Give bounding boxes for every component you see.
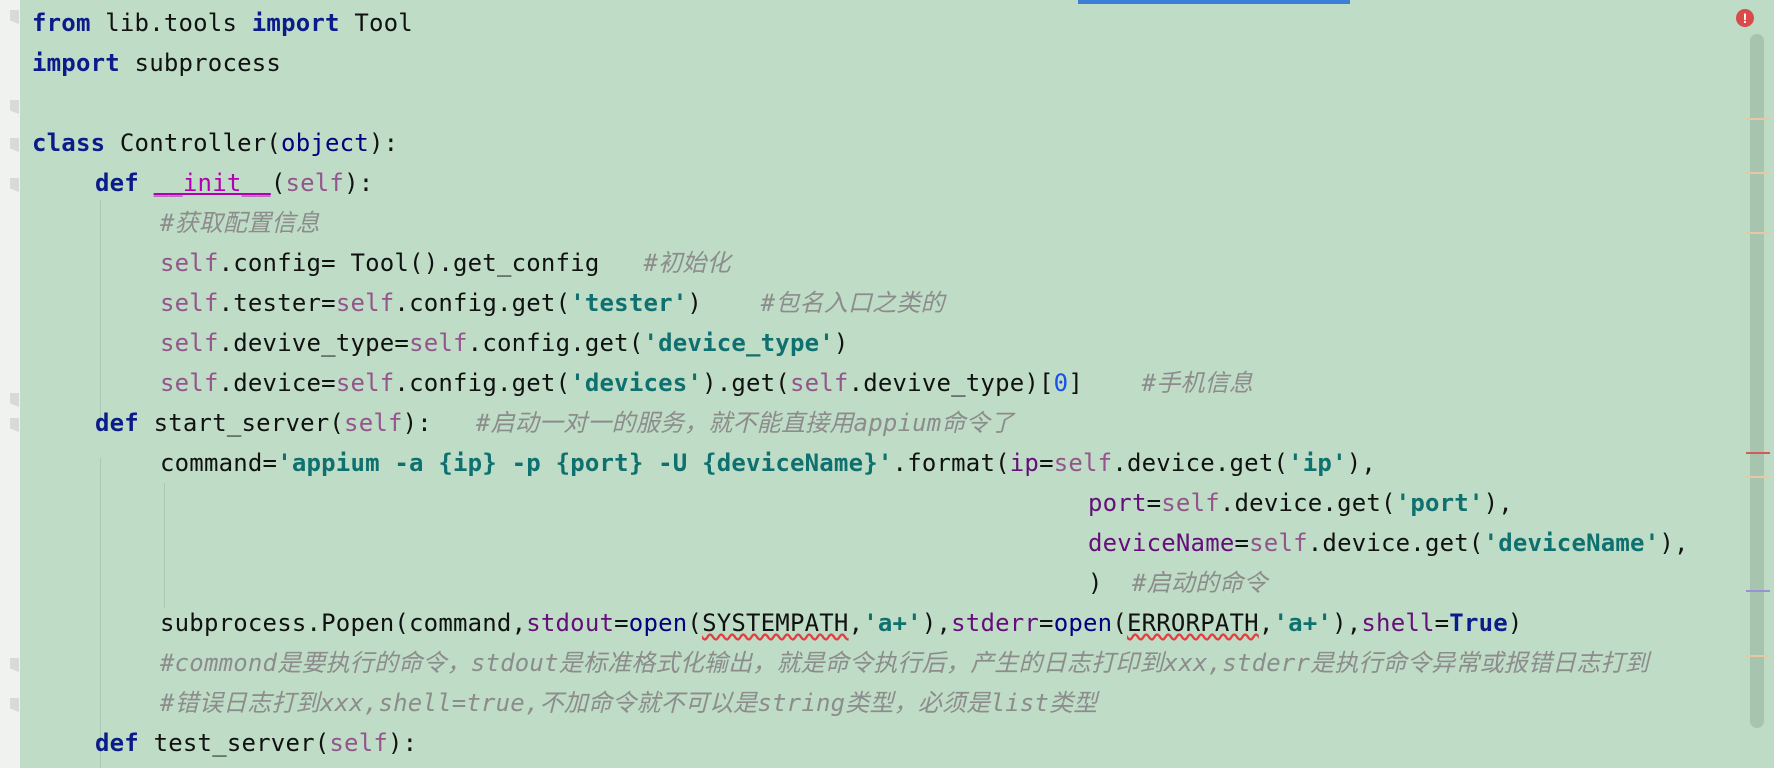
code-line[interactable]: subprocess.Popen(command,stdout=open(SYS…: [160, 603, 1523, 643]
code-line[interactable]: self.config= Tool().get_config #初始化: [160, 243, 731, 283]
active-tab-indicator: [1078, 0, 1350, 4]
indent-guide: [164, 483, 165, 608]
indent-guide: [100, 200, 101, 420]
fold-marker-icon[interactable]: [10, 418, 19, 432]
editor-gutter: [0, 0, 20, 768]
warning-marker[interactable]: [1746, 172, 1770, 174]
code-line[interactable]: self.devive_type=self.config.get('device…: [160, 323, 849, 363]
fold-marker-icon[interactable]: [10, 138, 19, 152]
code-line[interactable]: def test_server(self):: [95, 723, 417, 763]
fold-marker-icon[interactable]: [10, 698, 19, 712]
fold-marker-icon[interactable]: [10, 393, 19, 407]
indent-guide: [100, 458, 101, 768]
code-line[interactable]: self.tester=self.config.get('tester') #包…: [160, 283, 945, 323]
fold-marker-icon[interactable]: [10, 100, 19, 114]
code-line[interactable]: def __init__(self):: [95, 163, 373, 203]
error-marker[interactable]: [1746, 452, 1770, 454]
code-line[interactable]: deviceName=self.device.get('deviceName')…: [1088, 523, 1689, 563]
warning-marker[interactable]: [1746, 118, 1770, 120]
fold-marker-icon[interactable]: [10, 658, 19, 672]
warning-marker[interactable]: [1746, 232, 1770, 234]
error-badge-icon[interactable]: !: [1736, 9, 1754, 27]
code-line[interactable]: class Controller(object):: [32, 123, 398, 163]
code-editor[interactable]: from lib.tools import Tool import subpro…: [0, 0, 1774, 768]
warning-marker[interactable]: [1746, 476, 1770, 478]
code-line[interactable]: #错误日志打到xxx,shell=true,不加命令就不可以是string类型，…: [160, 683, 1097, 723]
code-line[interactable]: def start_server(self): #启动一对一的服务，就不能直接用…: [95, 403, 1014, 443]
code-line[interactable]: #获取配置信息: [160, 203, 320, 243]
code-line[interactable]: ) #启动的命令: [1088, 563, 1268, 603]
code-line[interactable]: from lib.tools import Tool: [32, 3, 413, 43]
code-line[interactable]: port=self.device.get('port'),: [1088, 483, 1513, 523]
fold-marker-icon[interactable]: [10, 178, 19, 192]
code-line[interactable]: self.device=self.config.get('devices').g…: [160, 363, 1253, 403]
scrollbar-thumb[interactable]: [1750, 34, 1764, 728]
vertical-scrollbar[interactable]: [1740, 0, 1774, 768]
code-line[interactable]: command='appium -a {ip} -p {port} -U {de…: [160, 443, 1376, 483]
search-marker[interactable]: [1746, 590, 1770, 592]
fold-marker-icon[interactable]: [10, 10, 19, 24]
warning-marker[interactable]: [1746, 655, 1770, 657]
code-line[interactable]: import subprocess: [32, 43, 281, 83]
code-line[interactable]: #commond是要执行的命令，stdout是标准格式化输出，就是命令执行后，产…: [160, 643, 1649, 683]
